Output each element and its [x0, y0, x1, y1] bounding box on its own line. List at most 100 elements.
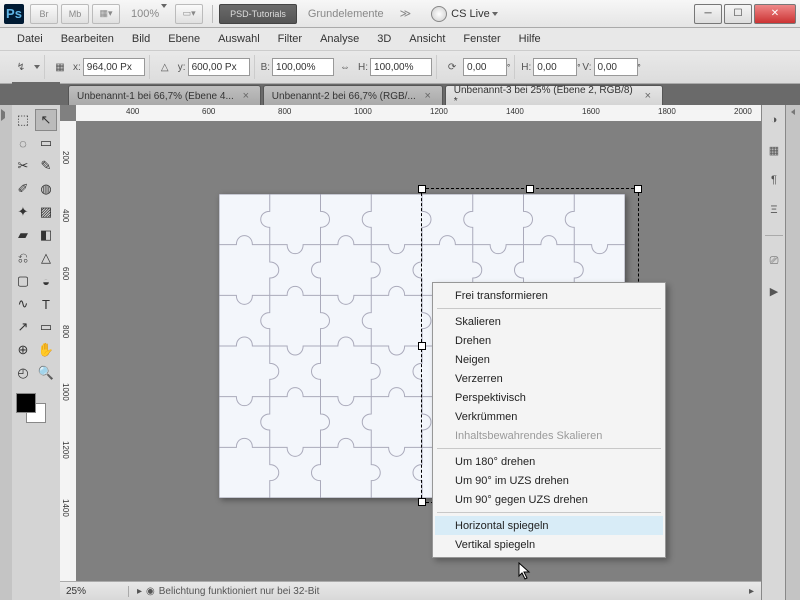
expand-icon[interactable]: ≫ [392, 7, 420, 20]
w-field[interactable]: 100,00% [272, 58, 334, 76]
status-message[interactable]: ▸◉Belichtung funktioniert nur bei 32-Bit… [129, 586, 762, 597]
tool-8-0[interactable]: ∿ [12, 293, 34, 315]
foreground-color[interactable] [16, 393, 36, 413]
workspace-label[interactable]: Grundelemente [300, 8, 392, 20]
horizontal-ruler[interactable]: 400600800100012001400160018002000 [76, 105, 762, 122]
tool-2-1[interactable]: ✎ [35, 155, 57, 177]
context-item-10[interactable]: Um 180° drehen [435, 452, 663, 471]
context-item-7[interactable]: Verkrümmen [435, 407, 663, 426]
psd-tutorials-button[interactable]: PSD-Tutorials [219, 4, 297, 24]
menu-3d[interactable]: 3D [368, 33, 400, 45]
tool-4-1[interactable]: ▨ [35, 201, 57, 223]
tool-1-0[interactable]: ◌ [12, 132, 34, 154]
context-item-12[interactable]: Um 90° gegen UZS drehen [435, 490, 663, 509]
tool-0-0[interactable]: ⬚ [12, 109, 34, 131]
menu-fenster[interactable]: Fenster [454, 33, 509, 45]
color-swatches[interactable] [12, 391, 60, 425]
tool-8-1[interactable]: T [35, 293, 57, 315]
tool-7-1[interactable]: ◒ [35, 270, 57, 292]
handle-tl[interactable] [418, 185, 426, 193]
cs-live[interactable]: CS Live [431, 6, 498, 22]
status-zoom[interactable]: 25% [60, 586, 129, 597]
launcher-button[interactable]: ▦▾ [92, 4, 120, 24]
document-tab-2[interactable]: Unbenannt-3 bei 25% (Ebene 2, RGB/8) * × [445, 85, 663, 106]
handle-tc[interactable] [526, 185, 534, 193]
palette-icon-3[interactable]: Ξ [765, 201, 783, 219]
tool-10-1[interactable]: ✋ [35, 339, 57, 361]
document-tab-1[interactable]: Unbenannt-2 bei 66,7% (RGB/...× [263, 85, 443, 106]
y-field[interactable]: 600,00 Px [188, 58, 250, 76]
tool-6-0[interactable]: ⎌ [12, 247, 34, 269]
palette-icon-2[interactable]: ¶ [765, 171, 783, 189]
context-item-5[interactable]: Verzerren [435, 369, 663, 388]
context-item-6[interactable]: Perspektivisch [435, 388, 663, 407]
tool-6-1[interactable]: △ [35, 247, 57, 269]
context-item-4[interactable]: Neigen [435, 350, 663, 369]
h-field[interactable]: 100,00% [370, 58, 432, 76]
toolbox: ⬚↖◌▭✂✎✐◍✦▨▰◧⎌△▢◒∿T↗▭⊕✋◴🔍 [12, 105, 61, 600]
palette-icon-5[interactable]: ▶ [765, 282, 783, 300]
close-icon[interactable]: × [642, 90, 654, 102]
handle-bl[interactable] [418, 498, 426, 506]
document-tab-0[interactable]: Unbenannt-1 bei 66,7% (Ebene 4...× [68, 85, 261, 106]
palette-icon-0[interactable]: ◑ [765, 111, 783, 129]
tool-9-1[interactable]: ▭ [35, 316, 57, 338]
zoom-dropdown[interactable]: 100% [123, 8, 175, 20]
tool-11-0[interactable]: ◴ [12, 362, 34, 384]
minibridge-button[interactable]: Mb [61, 4, 89, 24]
tool-preset-icon[interactable]: ↯ [12, 58, 30, 76]
app-logo[interactable]: Ps [4, 4, 24, 24]
handle-tr[interactable] [634, 185, 642, 193]
context-item-14[interactable]: Horizontal spiegeln [435, 516, 663, 535]
tool-11-1[interactable]: 🔍 [35, 362, 57, 384]
menu-hilfe[interactable]: Hilfe [510, 33, 550, 45]
tool-9-0[interactable]: ↗ [12, 316, 34, 338]
menu-bearbeiten[interactable]: Bearbeiten [52, 33, 123, 45]
tool-5-0[interactable]: ▰ [12, 224, 34, 246]
screenmode-button[interactable]: ▭▾ [175, 4, 203, 24]
window-close[interactable]: ✕ [754, 4, 796, 24]
vskew-field[interactable]: 0,00 [594, 58, 638, 76]
angle-field[interactable]: 0,00 [463, 58, 507, 76]
tab-label: Unbenannt-3 bei 25% (Ebene 2, RGB/8) * [454, 85, 636, 107]
x-field[interactable]: 964,00 Px [83, 58, 145, 76]
link-icon[interactable]: ⇔ [336, 58, 354, 76]
angle-icon: ⟳ [443, 58, 461, 76]
close-icon[interactable]: × [422, 90, 434, 102]
context-item-2[interactable]: Skalieren [435, 312, 663, 331]
tool-1-1[interactable]: ▭ [35, 132, 57, 154]
menu-auswahl[interactable]: Auswahl [209, 33, 269, 45]
w-label: B: [261, 62, 270, 73]
reference-point-icon[interactable]: ▦ [51, 58, 69, 76]
tool-10-0[interactable]: ⊕ [12, 339, 34, 361]
window-maximize[interactable]: ☐ [724, 4, 752, 24]
tool-0-1[interactable]: ↖ [35, 109, 57, 131]
tool-2-0[interactable]: ✂ [12, 155, 34, 177]
hskew-field[interactable]: 0,00 [533, 58, 577, 76]
context-item-0[interactable]: Frei transformieren [435, 286, 663, 305]
right-dock-strip[interactable] [785, 105, 800, 600]
menu-analyse[interactable]: Analyse [311, 33, 368, 45]
context-menu: Frei transformieren SkalierenDrehenNeigen… [432, 282, 666, 558]
context-item-3[interactable]: Drehen [435, 331, 663, 350]
menu-bild[interactable]: Bild [123, 33, 159, 45]
menu-ebene[interactable]: Ebene [159, 33, 209, 45]
context-item-15[interactable]: Vertikal spiegeln [435, 535, 663, 554]
delta-icon[interactable]: △ [156, 58, 174, 76]
menu-ansicht[interactable]: Ansicht [400, 33, 454, 45]
tool-5-1[interactable]: ◧ [35, 224, 57, 246]
tool-4-0[interactable]: ✦ [12, 201, 34, 223]
tool-7-0[interactable]: ▢ [12, 270, 34, 292]
palette-icon-4[interactable]: ⎚ [765, 252, 783, 270]
vertical-ruler[interactable]: 200400600800100012001400 [60, 121, 77, 582]
close-icon[interactable]: × [240, 90, 252, 102]
x-label: x: [73, 62, 81, 73]
window-minimize[interactable]: ─ [694, 4, 722, 24]
bridge-button[interactable]: Br [30, 4, 58, 24]
menu-datei[interactable]: Datei [8, 33, 52, 45]
tool-3-1[interactable]: ◍ [35, 178, 57, 200]
menu-filter[interactable]: Filter [269, 33, 311, 45]
tool-3-0[interactable]: ✐ [12, 178, 34, 200]
palette-icon-1[interactable]: ▦ [765, 141, 783, 159]
context-item-11[interactable]: Um 90° im UZS drehen [435, 471, 663, 490]
